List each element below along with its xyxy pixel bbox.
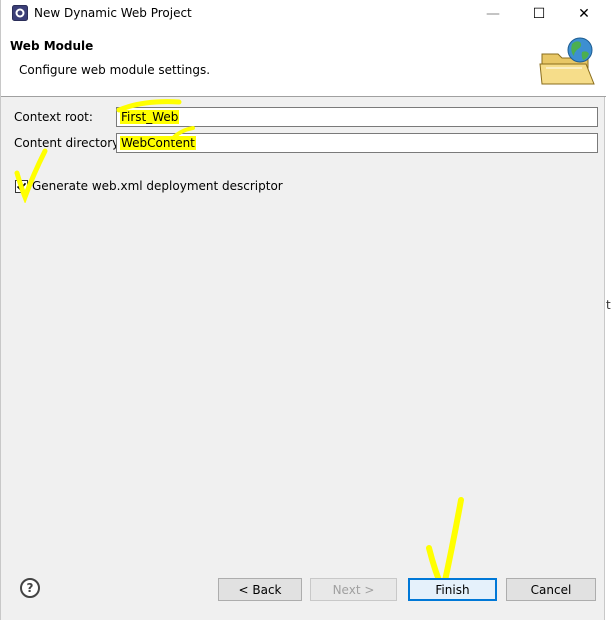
context-root-input[interactable]: First_Web	[116, 107, 598, 127]
cancel-button[interactable]: Cancel	[506, 578, 596, 601]
dialog-window: New Dynamic Web Project — ☐ ✕ Web Module…	[0, 0, 606, 620]
content-directory-input[interactable]: WebContent	[116, 133, 598, 153]
background-text-fragment: t	[606, 298, 611, 312]
page-title: Web Module	[10, 39, 94, 53]
generate-descriptor-label[interactable]: Generate web.xml deployment descriptor	[32, 179, 283, 193]
checkmark-icon	[16, 182, 27, 191]
content-directory-value: WebContent	[120, 136, 196, 150]
checkmark-scribble	[14, 148, 48, 203]
title-bar: New Dynamic Web Project — ☐ ✕	[1, 0, 606, 28]
help-icon[interactable]: ?	[20, 578, 40, 598]
window-title: New Dynamic Web Project	[34, 6, 192, 20]
generate-descriptor-checkbox[interactable]	[15, 180, 28, 193]
eclipse-app-icon	[12, 5, 28, 21]
page-description: Configure web module settings.	[19, 63, 211, 77]
next-button[interactable]: Next >	[310, 578, 397, 601]
context-root-value: First_Web	[120, 110, 180, 124]
close-button[interactable]: ✕	[561, 0, 607, 28]
background-window-strip: t	[605, 0, 613, 620]
finish-button[interactable]: Finish	[408, 578, 497, 601]
context-root-label: Context root:	[14, 110, 93, 124]
wizard-banner: Web Module Configure web module settings…	[1, 28, 606, 97]
minimize-button[interactable]: —	[470, 0, 516, 28]
maximize-button[interactable]: ☐	[516, 0, 562, 28]
back-button[interactable]: < Back	[218, 578, 302, 601]
folder-globe-icon	[539, 37, 595, 85]
content-directory-label: Content directory:	[14, 136, 123, 150]
